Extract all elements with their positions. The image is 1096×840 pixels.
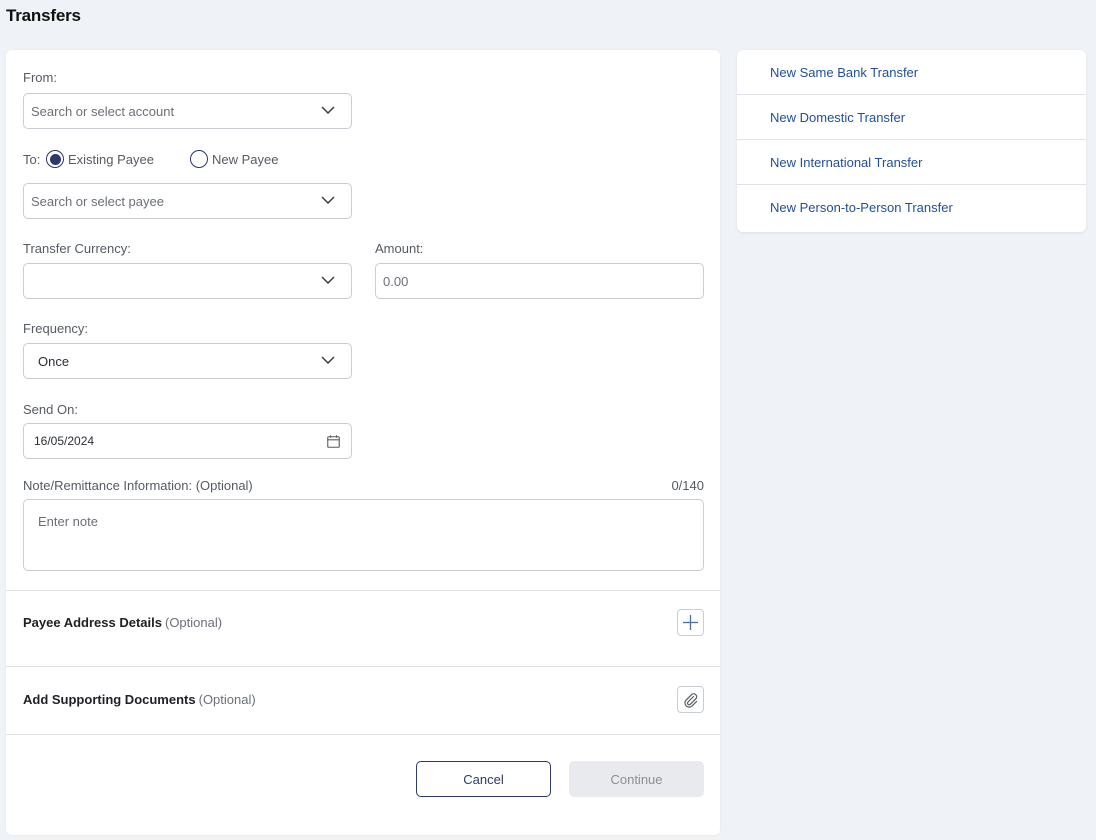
note-textarea[interactable]: Enter note (23, 499, 704, 571)
amount-label: Amount: (375, 241, 424, 256)
payee-address-title: Payee Address Details (23, 615, 162, 630)
payee-placeholder: Search or select payee (31, 193, 164, 209)
to-label: To: (23, 152, 41, 167)
new-payee-label: New Payee (212, 151, 279, 167)
radio-existing-payee[interactable]: Existing Payee (46, 150, 154, 168)
expand-payee-address-button[interactable] (677, 609, 704, 636)
send-on-date-input[interactable]: 16/05/2024 (23, 423, 352, 459)
supporting-documents-optional: (Optional) (198, 692, 256, 707)
from-placeholder: Search or select account (31, 103, 175, 119)
link-new-international-transfer[interactable]: New International Transfer (737, 140, 1086, 185)
note-label: Note/Remittance Information: (Optional) (23, 478, 253, 493)
divider (6, 666, 720, 667)
note-placeholder: Enter note (38, 514, 98, 529)
send-on-value: 16/05/2024 (34, 434, 95, 448)
link-new-person-to-person-transfer[interactable]: New Person-to-Person Transfer (737, 185, 1086, 230)
cancel-button[interactable]: Cancel (416, 761, 551, 797)
amount-input[interactable]: 0.00 (375, 263, 704, 299)
calendar-icon[interactable] (327, 435, 340, 448)
new-transfer-links: New Same Bank Transfer New Domestic Tran… (737, 50, 1086, 232)
payee-address-optional: (Optional) (164, 615, 223, 630)
chevron-down-icon (321, 196, 335, 204)
link-new-domestic-transfer[interactable]: New Domestic Transfer (737, 95, 1086, 140)
continue-button[interactable]: Continue (569, 761, 704, 797)
chevron-down-icon (321, 276, 335, 284)
frequency-label: Frequency: (23, 321, 89, 336)
page-title: Transfers (6, 6, 81, 25)
divider (6, 590, 720, 591)
radio-selected-icon (46, 150, 64, 168)
transfer-form: From: Search or select account To: Exist… (6, 50, 720, 835)
currency-select[interactable] (23, 263, 352, 299)
existing-payee-label: Existing Payee (68, 151, 154, 167)
radio-unselected-icon (190, 150, 208, 168)
paperclip-icon (684, 693, 698, 708)
payee-address-section: Payee Address Details (Optional) (23, 615, 222, 630)
note-char-counter: 0/140 (671, 478, 704, 493)
attach-document-button[interactable] (677, 686, 704, 713)
chevron-down-icon (321, 356, 335, 364)
chevron-down-icon (321, 106, 335, 114)
radio-new-payee[interactable]: New Payee (190, 150, 278, 168)
link-new-same-bank-transfer[interactable]: New Same Bank Transfer (737, 50, 1086, 95)
frequency-select[interactable]: Once (23, 343, 352, 379)
payee-select[interactable]: Search or select payee (23, 183, 352, 219)
amount-placeholder: 0.00 (383, 273, 409, 289)
divider (6, 734, 720, 735)
supporting-documents-title: Add Supporting Documents (23, 692, 196, 707)
from-account-select[interactable]: Search or select account (23, 93, 352, 129)
plus-icon (683, 615, 698, 630)
currency-label: Transfer Currency: (23, 241, 131, 256)
from-label: From: (23, 70, 57, 85)
supporting-documents-section: Add Supporting Documents (Optional) (23, 692, 256, 707)
frequency-value: Once (38, 353, 70, 369)
send-on-label: Send On: (23, 402, 78, 417)
